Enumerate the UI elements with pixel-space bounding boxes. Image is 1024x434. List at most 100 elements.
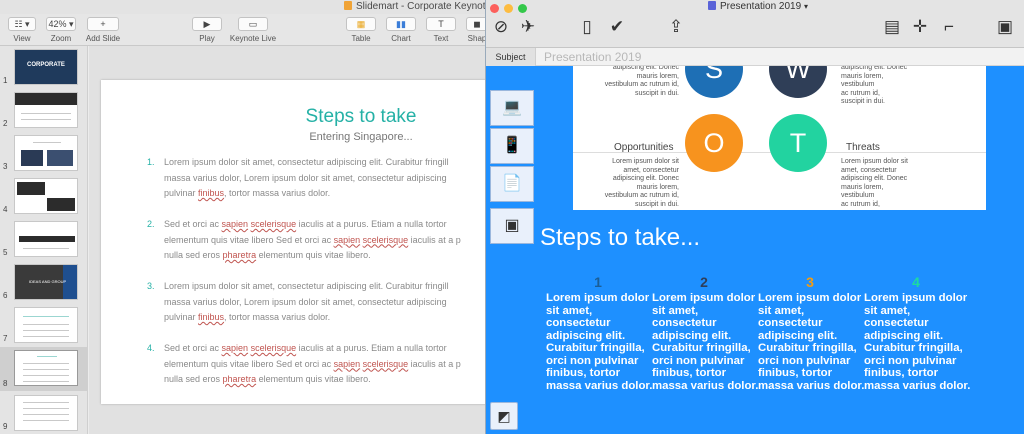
subject-input[interactable]: Presentation 2019 [544, 48, 641, 66]
list-line: Lorem ipsum dolor sit amet, consectetur … [164, 281, 449, 291]
phone-preview-button[interactable]: 📱 [490, 128, 534, 164]
list-line: massa varius dolor, Lorem ipsum dolor si… [164, 172, 447, 183]
spelling-flag: finibus [198, 188, 225, 198]
keynote-live-button[interactable]: ▭ [238, 17, 268, 31]
thumbnail-image [14, 395, 78, 431]
window-preview-button[interactable]: ▣ [490, 208, 534, 244]
layout-icon[interactable]: ▤ [881, 16, 903, 38]
swot-opportunities-heading: Opportunities [614, 142, 674, 153]
checkmark-icon[interactable]: ✔ [606, 16, 628, 38]
thumbnail-line [33, 142, 61, 143]
zoom-select[interactable]: 42% ▾ [46, 17, 76, 31]
devices-icon[interactable]: ▯ [576, 16, 598, 38]
slide-list-item-1[interactable]: 1. Lorem ipsum dolor sit amet, consectet… [147, 155, 487, 203]
thumbnail-line [23, 408, 69, 409]
text-icon: T [438, 19, 444, 29]
upload-icon[interactable]: ⇪ [664, 16, 688, 38]
close-window-button[interactable] [490, 4, 499, 13]
list-text: Lorem ipsum dolor sit amet, consectetur … [164, 279, 487, 326]
minimize-window-button[interactable] [504, 4, 513, 13]
list-text: Sed et orci ac sapien scelerisque iaculi… [164, 217, 487, 264]
chart-button[interactable]: ▮▮ [386, 17, 416, 31]
spelling-flag: sapien [333, 234, 361, 245]
list-line: elementum quis vitae libero Sed et orci … [164, 234, 461, 245]
phone-icon: 📱 [502, 137, 522, 154]
list-text: Sed et orci ac sapien scelerisque iaculi… [164, 341, 487, 388]
list-line: Lorem ipsum dolor sit amet, consectetur … [164, 157, 449, 167]
slide-list-item-3[interactable]: 3. Lorem ipsum dolor sit amet, consectet… [147, 279, 487, 327]
slide-thumbnail-5[interactable]: 5 [0, 218, 87, 260]
slide-list-item-4[interactable]: 4. Sed et orci ac sapien scelerisque iac… [147, 341, 487, 389]
slide-thumbnail-2[interactable]: 2 [0, 89, 87, 131]
thumbnail-line [23, 375, 69, 376]
text-button[interactable]: T [426, 17, 456, 31]
keynote-live-icon: ▭ [248, 19, 258, 29]
slide-thumbnail-4[interactable]: 4 [0, 175, 87, 217]
presentation-title-text: Presentation 2019 [720, 1, 802, 12]
swot-o-circle: O [685, 114, 743, 172]
layers-button[interactable]: ◩ [490, 402, 518, 430]
play-button[interactable]: ▶ [192, 17, 222, 31]
zoom-value: 42% [48, 19, 67, 29]
slide-number: 4 [3, 205, 8, 214]
plane-icon[interactable]: ✈ [516, 16, 540, 38]
thumbnail-image [14, 221, 78, 257]
slide-thumbnail-1[interactable]: CORPORATE 1 [0, 46, 87, 88]
slide-number: 5 [3, 248, 8, 257]
thumbnail-line [23, 248, 69, 249]
slide-thumbnail-6[interactable]: IDEAS AND GROUP 6 [0, 261, 87, 303]
thumbnail-image [14, 135, 78, 171]
slide-thumbnail-7[interactable]: 7 [0, 304, 87, 346]
spelling-flag: sapien [221, 219, 249, 229]
zoom-window-button[interactable] [518, 4, 527, 13]
thumbnail-image [14, 178, 78, 214]
thumbnail-line [23, 420, 69, 421]
slide-number: 9 [3, 422, 8, 431]
step-column-3: 3 Lorem ipsum dolor sit amet, consectetu… [758, 274, 864, 392]
ruler-icon[interactable]: ⌐ [938, 16, 960, 38]
document-preview-button[interactable]: 📄 [490, 166, 534, 202]
thumbnail-block [47, 150, 73, 166]
thumbnail-block [47, 198, 75, 211]
slide-number: 3 [3, 162, 8, 171]
slide-list-item-2[interactable]: 2. Sed et orci ac sapien scelerisque iac… [147, 217, 487, 265]
swot-threats-text: Lorem ipsum dolor sit amet, consectetur … [841, 158, 908, 210]
thumbnail-block [17, 182, 45, 195]
step-number: 1 [594, 274, 602, 290]
list-text: Lorem ipsum dolor sit amet, consectetur … [164, 155, 487, 202]
chevron-down-icon: ▾ [803, 2, 808, 11]
send-icon[interactable]: ⊘ [490, 16, 512, 38]
thumbnail-image: CORPORATE [14, 49, 78, 85]
list-line: nulla sed eros pharetra elementum quis v… [164, 374, 371, 384]
slide-thumbnail-9[interactable]: 9 [0, 392, 87, 434]
laptop-preview-button[interactable]: 💻 [490, 90, 534, 126]
keynote-title-text: Slidemart - Corporate Keynote [356, 1, 492, 12]
list-line: elementum quis vitae libero Sed et orci … [164, 358, 461, 369]
thumbnail-line [23, 336, 69, 337]
view-button[interactable]: ☷ ▾ [8, 17, 36, 31]
slide-thumbnail-8[interactable]: 8 [0, 347, 87, 391]
list-line: pulvinar finibus, tortor massa varius do… [164, 188, 331, 198]
sidebar-toggle-icon[interactable]: ▣ [994, 16, 1016, 38]
play-icon: ▶ [203, 19, 211, 29]
list-line: massa varius dolor, Lorem ipsum dolor si… [164, 296, 447, 307]
thumbnail-image [14, 92, 78, 128]
current-slide[interactable]: Steps to take Entering Singapore... 1. L… [101, 80, 501, 404]
plus-icon: + [100, 19, 106, 29]
thumbnail-line [23, 381, 69, 382]
add-slide-button[interactable]: + [87, 17, 119, 31]
add-slide-label: Add Slide [85, 34, 121, 43]
thumbnail-image [14, 307, 78, 343]
table-label: Table [351, 34, 371, 43]
table-button[interactable]: ▦ [346, 17, 376, 31]
slide-number: 6 [3, 291, 8, 300]
list-number: 2. [147, 219, 155, 229]
presentation-toolbar: Presentation 2019 ▾ ⊘ ✈ ▯ ✔ ⇪ ▤ ✛ ⌐ ▣ [486, 0, 1024, 48]
chart-icon: ▮▮ [396, 19, 406, 29]
keynote-window-title: Slidemart - Corporate Keynote [344, 0, 491, 14]
table-icon: ▦ [356, 19, 366, 29]
move-icon[interactable]: ✛ [909, 16, 931, 38]
text-label: Text [433, 34, 449, 43]
swot-w-circle: W [769, 66, 827, 98]
slide-thumbnail-3[interactable]: 3 [0, 132, 87, 174]
